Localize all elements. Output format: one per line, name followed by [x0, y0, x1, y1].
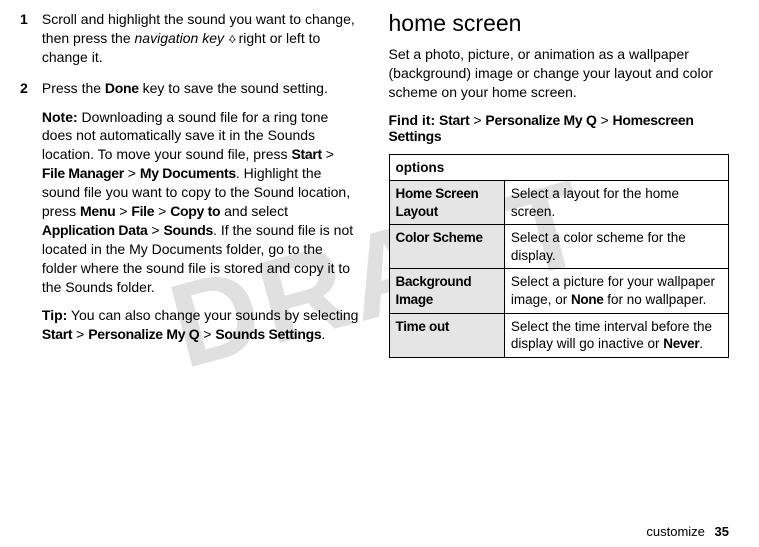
- row-label: Background Image: [389, 269, 504, 313]
- page-footer: customize 35: [646, 524, 729, 539]
- table-row: Time out Select the time interval before…: [389, 313, 729, 357]
- text: >: [154, 203, 170, 219]
- row-desc: Select a color scheme for the display.: [504, 225, 728, 269]
- text: Select a color scheme for the display.: [511, 230, 686, 263]
- text: for no wallpaper.: [604, 292, 707, 307]
- path-personalize: Personalize My Q: [485, 112, 596, 128]
- row-desc: Select a picture for your wallpaper imag…: [504, 269, 728, 313]
- step-2: 2 Press the Done key to save the sound s…: [20, 79, 361, 345]
- path-menu: Menu: [80, 203, 115, 219]
- path-personalize: Personalize My Q: [88, 326, 199, 342]
- step-2-number: 2: [20, 79, 38, 98]
- table-row: Home Screen Layout Select a layout for t…: [389, 181, 729, 225]
- step-1: 1 Scroll and highlight the sound you wan…: [20, 10, 361, 67]
- table-row: Color Scheme Select a color scheme for t…: [389, 225, 729, 269]
- tip-label: Tip:: [42, 307, 67, 323]
- path-start: Start: [42, 326, 72, 342]
- text: >: [597, 112, 613, 128]
- find-it-label: Find it:: [389, 112, 436, 128]
- row-desc: Select the time interval before the disp…: [504, 313, 728, 357]
- right-column: home screen Set a photo, picture, or ani…: [389, 10, 730, 358]
- text: >: [469, 112, 485, 128]
- left-column: 1 Scroll and highlight the sound you wan…: [20, 10, 361, 358]
- path-my-documents: My Documents: [140, 165, 236, 181]
- text: Select a layout for the home screen.: [511, 186, 679, 219]
- find-it-line: Find it: Start > Personalize My Q > Home…: [389, 112, 730, 144]
- step-2-body: Press the Done key to save the sound set…: [42, 79, 361, 345]
- none-term: None: [571, 292, 604, 307]
- text: .: [699, 336, 703, 351]
- text: >: [322, 146, 334, 162]
- nav-key-icon: ·◊·: [228, 34, 235, 46]
- text: >: [148, 222, 164, 238]
- text: Press the: [42, 80, 105, 96]
- text: >: [72, 326, 88, 342]
- table-header-row: options: [389, 154, 729, 181]
- path-copy-to: Copy to: [170, 203, 220, 219]
- text: >: [124, 165, 140, 181]
- section-heading: home screen: [389, 10, 730, 37]
- done-key: Done: [105, 80, 139, 96]
- row-desc: Select a layout for the home screen.: [504, 181, 728, 225]
- row-label: Color Scheme: [389, 225, 504, 269]
- path-start: Start: [291, 146, 321, 162]
- text: and select: [220, 203, 288, 219]
- options-table: options Home Screen Layout Select a layo…: [389, 154, 730, 358]
- text: Downloading a sound file for a ring tone…: [42, 109, 328, 163]
- path-sounds-settings: Sounds Settings: [215, 326, 321, 342]
- row-label: Home Screen Layout: [389, 181, 504, 225]
- path-sounds: Sounds: [164, 222, 214, 238]
- text: key to save the sound setting.: [139, 80, 328, 96]
- row-label: Time out: [389, 313, 504, 357]
- text: .: [321, 326, 325, 342]
- step-1-body: Scroll and highlight the sound you want …: [42, 10, 361, 67]
- path-file: File: [131, 203, 154, 219]
- note-label: Note:: [42, 109, 78, 125]
- path-file-manager: File Manager: [42, 165, 124, 181]
- options-header: options: [389, 154, 729, 181]
- path-app-data: Application Data: [42, 222, 148, 238]
- footer-section: customize: [646, 524, 705, 539]
- text: >: [199, 326, 215, 342]
- path-start: Start: [439, 112, 469, 128]
- page-number: 35: [715, 524, 729, 539]
- step-2-note: Note: Downloading a sound file for a rin…: [42, 108, 361, 297]
- navigation-key-term: navigation key: [135, 30, 225, 46]
- text: You can also change your sounds by selec…: [67, 307, 358, 323]
- section-intro: Set a photo, picture, or animation as a …: [389, 45, 730, 102]
- step-1-number: 1: [20, 10, 38, 29]
- content-columns: 1 Scroll and highlight the sound you wan…: [20, 10, 729, 358]
- text: >: [115, 203, 131, 219]
- step-2-tip: Tip: You can also change your sounds by …: [42, 306, 361, 344]
- table-row: Background Image Select a picture for yo…: [389, 269, 729, 313]
- never-term: Never: [663, 336, 699, 351]
